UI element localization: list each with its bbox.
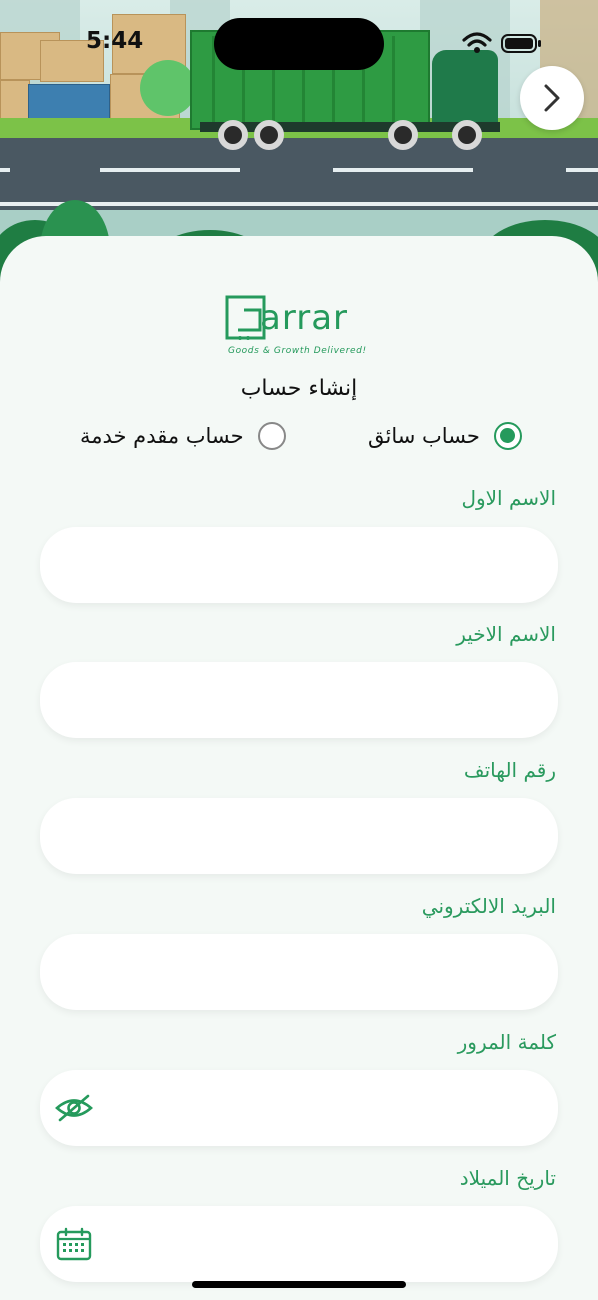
chevron-right-icon [544,84,560,112]
last-name-input[interactable] [110,680,534,720]
first-name-field[interactable] [40,527,558,603]
logo-wordmark: arrar [260,298,349,338]
truck-wheel [254,120,284,150]
birth-date-label: تاريخ الميلاد [459,1166,556,1190]
open-date-picker[interactable] [54,1224,94,1264]
forward-button[interactable] [520,66,584,130]
phone-label: رقم الهاتف [463,758,556,782]
first-name-label: الاسم الاول [461,486,556,510]
radio-driver-account[interactable]: حساب سائق [368,422,522,450]
email-field[interactable] [40,934,558,1010]
truck-wheel [388,120,418,150]
home-indicator[interactable] [192,1281,406,1288]
first-name-input[interactable] [110,545,534,585]
lane-marking [0,168,10,172]
last-name-field[interactable] [40,662,558,738]
truck-cab [432,50,498,130]
lane-marking [566,168,598,172]
radio-service-provider-account[interactable]: حساب مقدم خدمة [80,422,286,450]
road [0,138,598,210]
status-time: 5:44 [86,28,144,54]
dynamic-island [214,18,384,70]
radio-label: حساب مقدم خدمة [80,424,244,448]
lane-marking [333,168,473,172]
password-label: كلمة المرور [457,1030,556,1054]
truck-wheel [452,120,482,150]
phone-input[interactable] [110,816,534,856]
birth-date-field[interactable] [40,1206,558,1282]
status-icons [462,30,542,58]
truck-wheel [218,120,248,150]
cargo-box-blue [28,84,110,120]
calendar-icon[interactable] [56,1227,92,1261]
radio-label: حساب سائق [368,424,480,448]
page-title: إنشاء حساب [240,376,358,401]
password-field[interactable] [40,1070,558,1146]
radio-selected-icon[interactable] [493,422,522,450]
logo-tagline: Goods & Growth Delivered! [228,346,367,356]
phone-field[interactable] [40,798,558,874]
birth-date-input[interactable] [110,1224,534,1264]
tree-icon [140,60,196,116]
lane-marking [100,168,240,172]
cargo-box [0,80,30,120]
email-input[interactable] [110,952,534,992]
eye-slash-icon[interactable] [54,1093,94,1123]
radio-unselected-icon[interactable] [257,422,286,450]
wifi-icon [462,32,541,53]
password-input[interactable] [110,1088,534,1128]
toggle-password-visibility[interactable] [54,1088,94,1128]
garrar-logo: arrar Goods & Growth Delivered! [224,294,374,360]
email-label: البريد الالكتروني [421,894,556,918]
last-name-label: الاسم الاخير [456,622,556,646]
